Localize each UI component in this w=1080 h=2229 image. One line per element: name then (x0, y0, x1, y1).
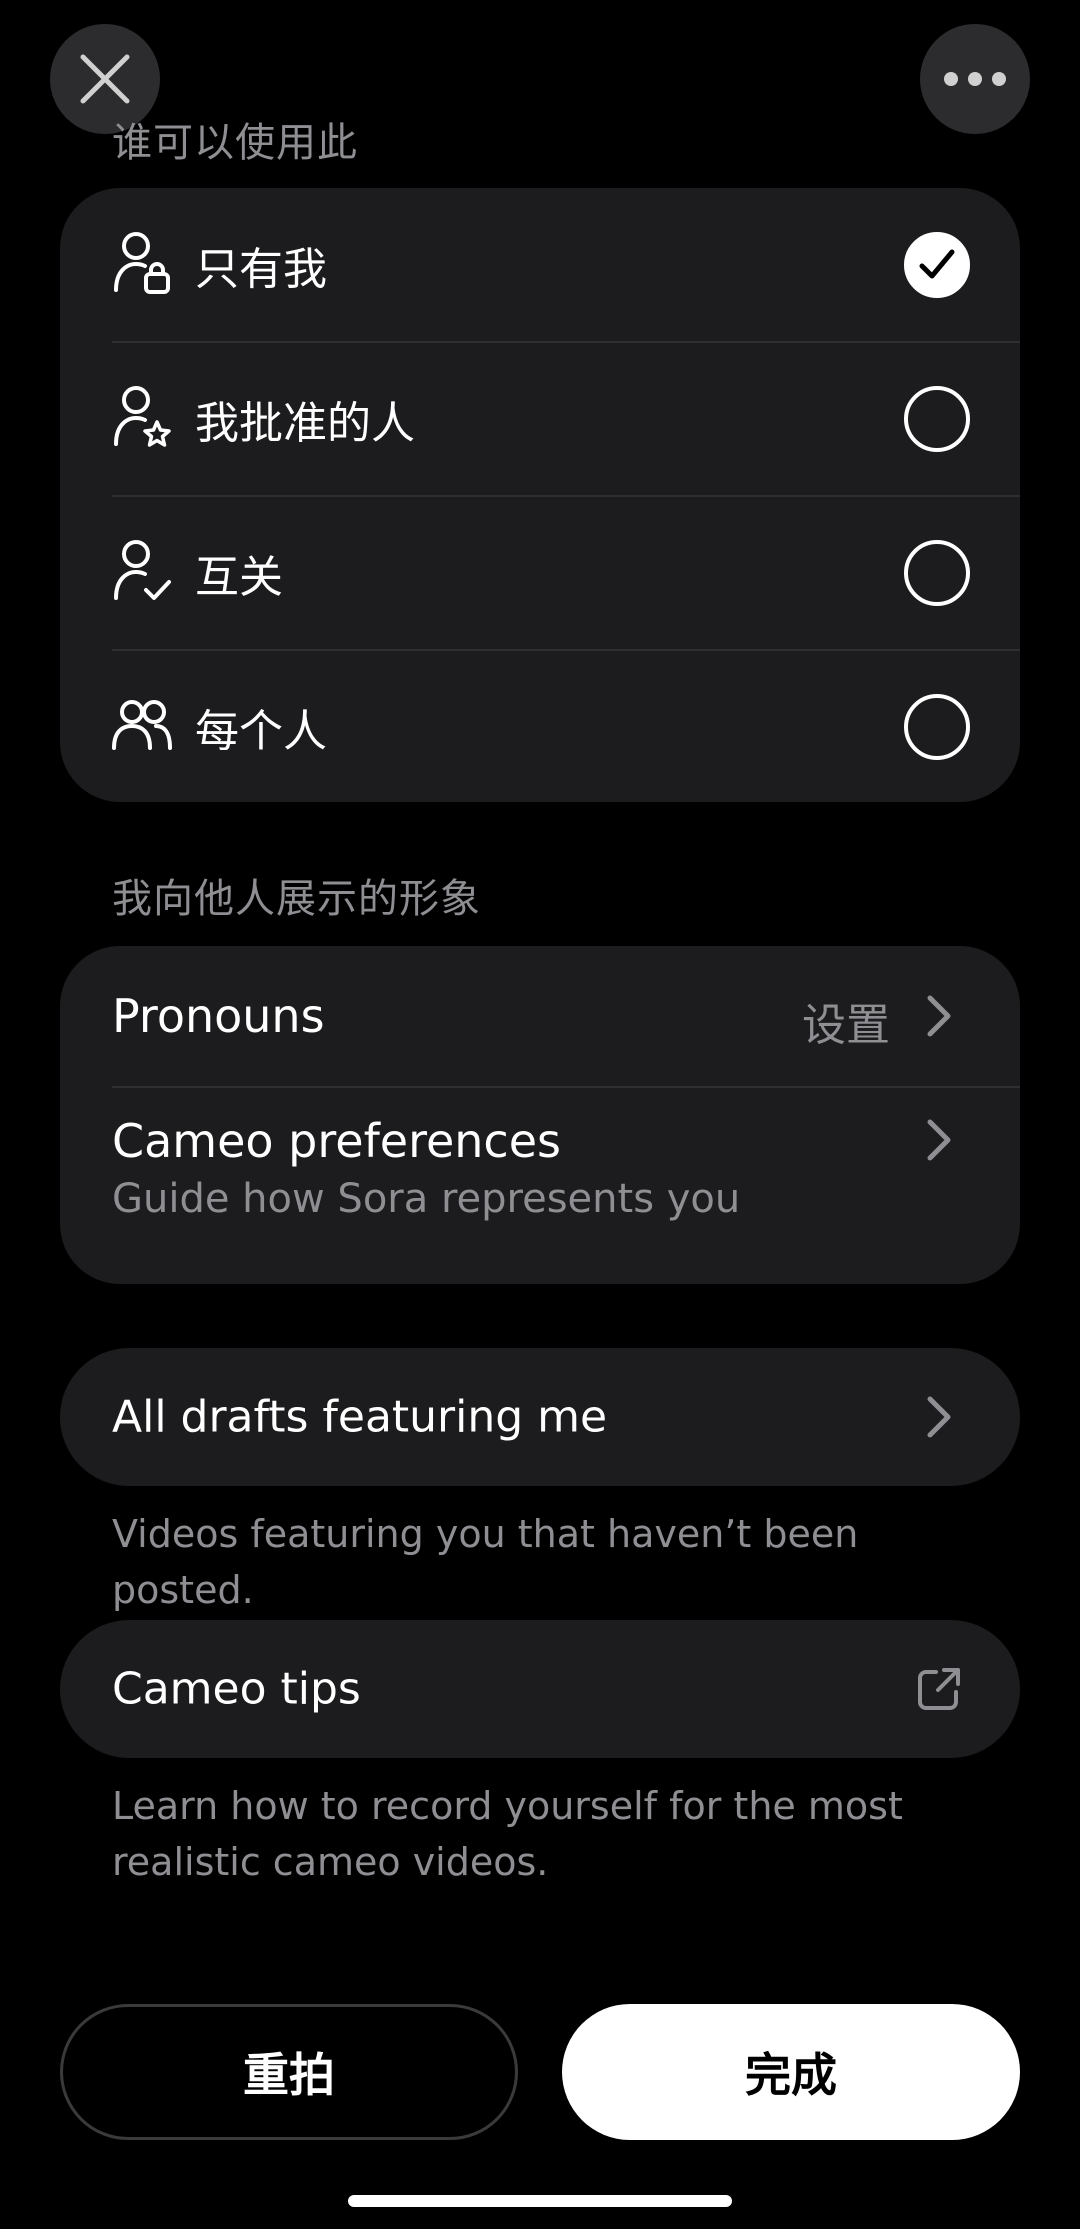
cameo-tips-button[interactable]: Cameo tips (60, 1620, 1020, 1758)
chevron-right-icon (927, 1119, 951, 1161)
audience-option-label: 只有我 (195, 244, 327, 295)
pronouns-row[interactable]: Pronouns 设置 (60, 946, 1020, 1086)
radio-unselected[interactable] (904, 540, 970, 606)
checkmark-icon (919, 249, 955, 279)
audience-option-label: 互关 (195, 552, 283, 603)
all-drafts-button[interactable]: All drafts featuring me (60, 1348, 1020, 1486)
chevron-right-icon (927, 995, 951, 1037)
audience-option-label: 我批准的人 (195, 398, 415, 449)
audience-card: 只有我 我批准的人 互关 每个人 (60, 188, 1020, 802)
done-button[interactable]: 完成 (562, 2004, 1020, 2140)
audience-section-title: 谁可以使用此 (112, 120, 358, 166)
audience-option-only-me[interactable]: 只有我 (60, 188, 1020, 342)
pronouns-value: 设置 (802, 1000, 890, 1051)
person-lock-icon (114, 232, 170, 294)
tips-helper-text: Learn how to record yourself for the mos… (112, 1784, 903, 1884)
person-star-icon (114, 386, 171, 447)
audience-option-approved[interactable]: 我批准的人 (60, 342, 1020, 496)
cameo-tips-label: Cameo tips (112, 1663, 361, 1715)
audience-option-mutual[interactable]: 互关 (60, 496, 1020, 650)
appearance-section-title: 我向他人展示的形象 (112, 876, 481, 922)
home-indicator (348, 2195, 732, 2207)
retake-button[interactable]: 重拍 (60, 2004, 518, 2140)
appearance-card: Pronouns 设置 Cameo preferences Guide how … (60, 946, 1020, 1284)
radio-unselected[interactable] (904, 386, 970, 452)
more-icon (944, 72, 1006, 86)
audience-option-label: 每个人 (195, 706, 327, 757)
drafts-helper-text: Videos featuring you that haven’t been p… (112, 1512, 859, 1612)
radio-selected[interactable] (904, 232, 970, 298)
person-check-icon (114, 540, 171, 600)
all-drafts-label: All drafts featuring me (112, 1391, 608, 1443)
cameo-preferences-row[interactable]: Cameo preferences Guide how Sora represe… (60, 1088, 1020, 1284)
cameo-preferences-subtitle: Guide how Sora represents you (112, 1176, 741, 1222)
chevron-right-icon (927, 1396, 951, 1438)
radio-unselected[interactable] (904, 694, 970, 760)
pronouns-label: Pronouns (112, 989, 325, 1043)
people-icon (112, 700, 172, 750)
more-button[interactable] (920, 24, 1030, 134)
audience-option-everyone[interactable]: 每个人 (60, 650, 1020, 802)
close-icon (80, 54, 130, 104)
cameo-preferences-label: Cameo preferences (112, 1114, 561, 1168)
external-link-icon (918, 1668, 960, 1710)
